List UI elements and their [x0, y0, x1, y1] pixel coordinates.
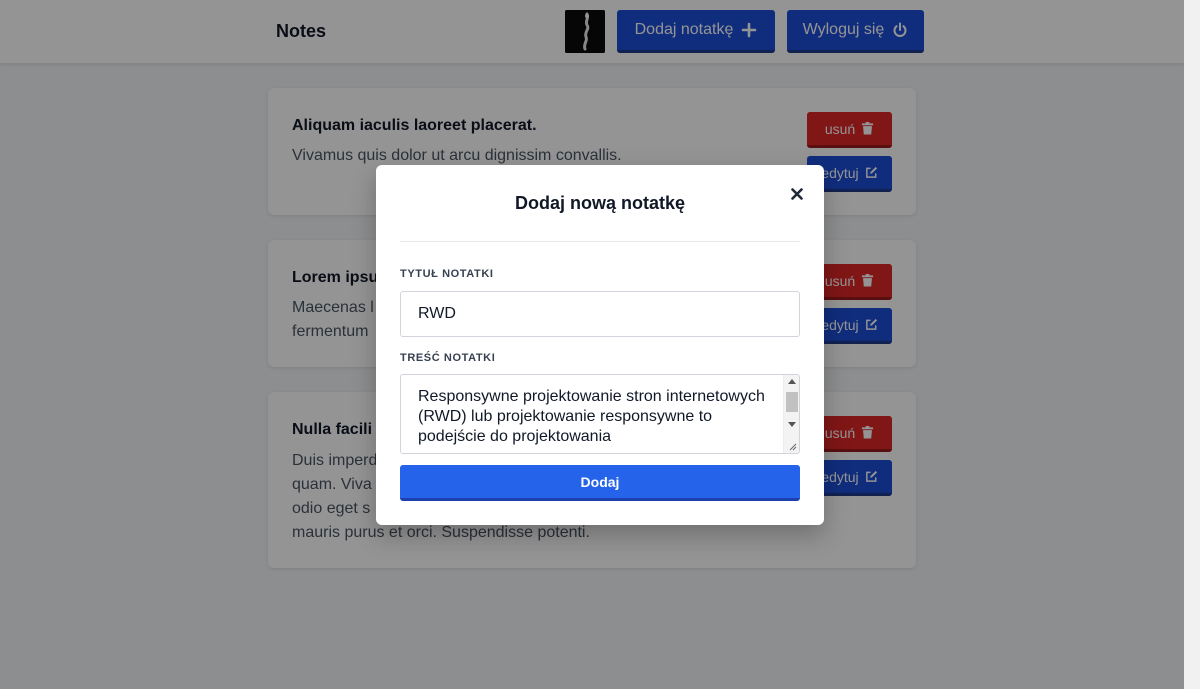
close-icon: [791, 188, 803, 200]
scroll-down-arrow-icon[interactable]: [788, 422, 796, 427]
textarea-scrollbar-thumb[interactable]: [786, 392, 798, 412]
note-content-textarea[interactable]: Responsywne projektowanie stron internet…: [400, 374, 800, 454]
note-title-input[interactable]: [400, 291, 800, 337]
resize-handle-icon[interactable]: [788, 442, 797, 451]
note-content-label: TREŚĆ NOTATKI: [400, 352, 496, 364]
page-scrollbar[interactable]: [1184, 0, 1200, 689]
note-title-label: TYTUŁ NOTATKI: [400, 268, 494, 280]
page-scrollbar-thumb[interactable]: [1187, 0, 1197, 689]
note-content-text: Responsywne projektowanie stron internet…: [418, 388, 765, 445]
close-button[interactable]: [786, 183, 808, 205]
modal-divider: [400, 241, 800, 242]
submit-note-button[interactable]: Dodaj: [400, 465, 800, 501]
scroll-up-arrow-icon[interactable]: [788, 379, 796, 384]
add-note-modal: Dodaj nową notatkę TYTUŁ NOTATKI TREŚĆ N…: [376, 165, 824, 525]
modal-title: Dodaj nową notatkę: [514, 193, 685, 213]
